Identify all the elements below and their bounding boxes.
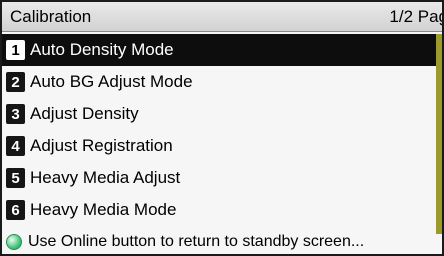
menu-item-auto-bg-adjust-mode[interactable]: 2 Auto BG Adjust Mode [2, 66, 436, 98]
footer-hint: Use Online button to return to standby s… [2, 230, 442, 254]
menu-item-label: Heavy Media Mode [30, 200, 177, 219]
item-number-badge: 5 [6, 168, 25, 188]
scrollbar[interactable] [436, 34, 442, 234]
item-number-badge: 6 [6, 200, 25, 220]
menu-item-heavy-media-adjust[interactable]: 5 Heavy Media Adjust [2, 162, 436, 194]
calibration-screen: Calibration 1/2 Pag 1 Auto Density Mode … [0, 0, 444, 256]
menu-item-label: Adjust Density [30, 104, 139, 123]
item-number-badge: 4 [6, 136, 25, 156]
title-bar: Calibration 1/2 Pag [2, 2, 442, 32]
menu-item-label: Auto BG Adjust Mode [30, 72, 193, 91]
menu-item-label: Adjust Registration [30, 136, 173, 155]
calibration-menu: 1 Auto Density Mode 2 Auto BG Adjust Mod… [2, 34, 436, 226]
item-number-badge: 3 [6, 104, 25, 124]
menu-item-auto-density-mode[interactable]: 1 Auto Density Mode [2, 34, 436, 66]
menu-item-adjust-registration[interactable]: 4 Adjust Registration [2, 130, 436, 162]
menu-item-label: Heavy Media Adjust [30, 168, 181, 187]
menu-item-label: Auto Density Mode [30, 40, 174, 59]
footer-hint-text: Use Online button to return to standby s… [28, 233, 365, 250]
online-button-icon [6, 234, 22, 250]
item-number-badge: 1 [6, 40, 25, 60]
menu-item-adjust-density[interactable]: 3 Adjust Density [2, 98, 436, 130]
page-indicator: 1/2 Pag [389, 6, 444, 26]
menu-item-heavy-media-mode[interactable]: 6 Heavy Media Mode [2, 194, 436, 226]
item-number-badge: 2 [6, 72, 25, 92]
page-title: Calibration [10, 6, 92, 26]
